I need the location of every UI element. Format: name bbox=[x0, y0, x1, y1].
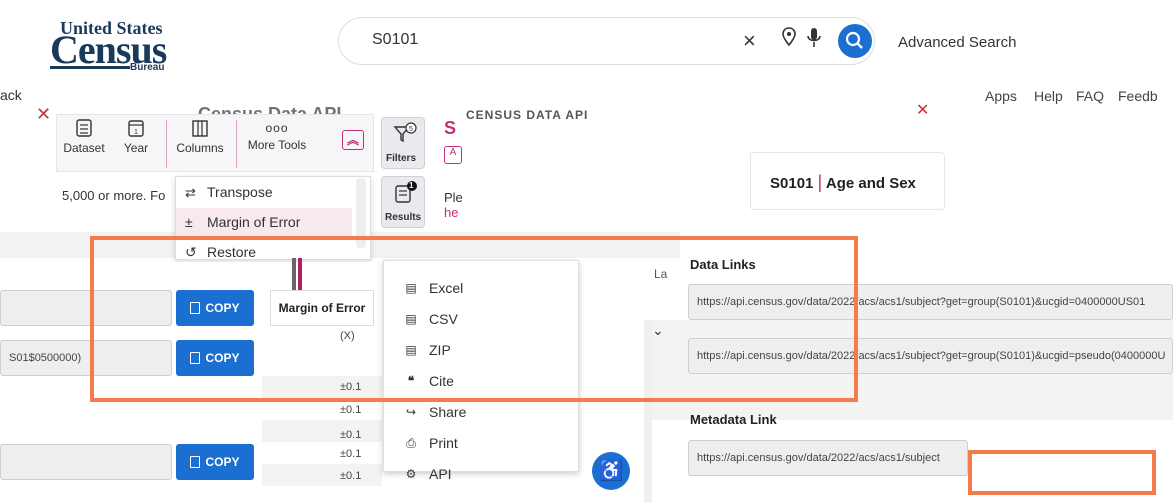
print-icon: ⎙ bbox=[406, 436, 416, 450]
table-title-fragment: S bbox=[444, 118, 457, 138]
table-cell: ±0.1 bbox=[340, 470, 362, 482]
nav-feedback[interactable]: Feedb bbox=[1118, 88, 1158, 104]
table-code: S0101 bbox=[770, 175, 814, 192]
svg-text:5: 5 bbox=[409, 126, 413, 133]
search-input-value[interactable]: S0101 bbox=[372, 31, 418, 49]
results-badge: 1 bbox=[409, 181, 414, 190]
dialog-close-icon-right[interactable]: ✕ bbox=[916, 100, 929, 120]
table-row bbox=[262, 420, 382, 442]
accessibility-icon[interactable]: ♿ bbox=[592, 452, 630, 490]
dialog-blurred-heading: CENSUS DATA API bbox=[466, 108, 589, 122]
menu-item-transpose[interactable]: ⇄ Transpose bbox=[185, 184, 273, 201]
copy-icon bbox=[190, 456, 201, 468]
svg-text:1: 1 bbox=[134, 129, 138, 136]
location-pin-icon[interactable] bbox=[781, 26, 797, 48]
table-cell: ±0.1 bbox=[340, 429, 362, 441]
results-icon bbox=[395, 181, 417, 203]
results-button[interactable]: 1 Results bbox=[381, 176, 425, 228]
toolbar-divider bbox=[166, 120, 167, 168]
filters-label: Filters bbox=[386, 153, 417, 164]
margin-of-error-label: Margin of Error bbox=[207, 214, 301, 230]
help-link-fragment[interactable]: he bbox=[444, 205, 458, 220]
table-cell: ±0.1 bbox=[340, 448, 362, 460]
table-cell: ±0.1 bbox=[340, 404, 362, 416]
print-label: Print bbox=[429, 435, 458, 451]
dataset-button[interactable]: Dataset bbox=[62, 118, 106, 155]
transpose-label: Transpose bbox=[207, 184, 273, 200]
more-dots-icon: ooo bbox=[265, 121, 289, 135]
menu-item-share[interactable]: ↪ Share bbox=[403, 404, 466, 420]
table-row bbox=[262, 464, 382, 486]
share-icon: ↪ bbox=[405, 405, 417, 419]
copy-label: COPY bbox=[205, 455, 240, 469]
table-label: Age and Sex bbox=[825, 175, 916, 192]
metadata-link-field[interactable]: https://api.census.gov/data/2022/acs/acs… bbox=[688, 440, 968, 476]
filters-button[interactable]: 5 Filters bbox=[381, 117, 425, 169]
link-field[interactable] bbox=[0, 444, 172, 480]
dataset-label: Dataset bbox=[63, 141, 105, 155]
logo-underline bbox=[50, 66, 130, 69]
dialog-close-icon[interactable]: ✕ bbox=[36, 104, 51, 125]
filter-icon: 5 bbox=[393, 122, 417, 143]
menu-item-margin-of-error[interactable]: ± Margin of Error bbox=[185, 214, 300, 230]
share-label: Share bbox=[429, 404, 467, 420]
instruction-fragment: Ple bbox=[444, 190, 463, 205]
more-tools-button[interactable]: ooo More Tools bbox=[242, 118, 312, 152]
highlight-box bbox=[90, 236, 858, 402]
highlight-box bbox=[968, 450, 1156, 495]
logo-bureau-text: Bureau bbox=[130, 62, 165, 73]
columns-button[interactable]: Columns bbox=[172, 118, 228, 155]
advanced-search-link[interactable]: Advanced Search bbox=[898, 34, 1016, 51]
menu-item-api[interactable]: ⚙ API bbox=[403, 466, 452, 482]
table-id-card-text: S0101 | Age and Sex bbox=[770, 172, 916, 193]
notice-text: 5,000 or more. Fo bbox=[62, 188, 166, 203]
api-label: API bbox=[429, 466, 452, 482]
plus-minus-icon: ± bbox=[185, 214, 193, 230]
columns-label: Columns bbox=[176, 141, 224, 155]
copy-button[interactable]: COPY bbox=[176, 444, 254, 480]
dataset-icon bbox=[76, 119, 92, 137]
year-label: Year bbox=[123, 141, 149, 155]
search-icon bbox=[845, 31, 863, 49]
close-icon[interactable]: × bbox=[743, 28, 756, 54]
calendar-icon: 1 bbox=[128, 120, 144, 137]
menu-item-print[interactable]: ⎙ Print bbox=[403, 435, 458, 451]
metadata-link-title: Metadata Link bbox=[690, 412, 777, 427]
chip-fragment[interactable]: A bbox=[444, 146, 462, 164]
transpose-icon: ⇄ bbox=[185, 185, 196, 200]
results-label: Results bbox=[385, 212, 422, 223]
nav-help[interactable]: Help bbox=[1034, 88, 1063, 104]
toolbar-divider bbox=[236, 120, 237, 168]
back-link[interactable]: ack bbox=[0, 87, 22, 103]
api-icon: ⚙ bbox=[405, 467, 417, 481]
collapse-chevron-icon[interactable]: ︽ bbox=[342, 130, 364, 150]
year-button[interactable]: 1 Year bbox=[116, 118, 156, 155]
nav-faq[interactable]: FAQ bbox=[1076, 88, 1104, 104]
search-button[interactable] bbox=[838, 24, 872, 58]
microphone-icon[interactable] bbox=[806, 26, 822, 50]
columns-icon bbox=[192, 120, 208, 137]
card-separator: | bbox=[817, 172, 823, 192]
nav-apps[interactable]: Apps bbox=[985, 88, 1017, 104]
more-tools-label: More Tools bbox=[247, 138, 307, 152]
